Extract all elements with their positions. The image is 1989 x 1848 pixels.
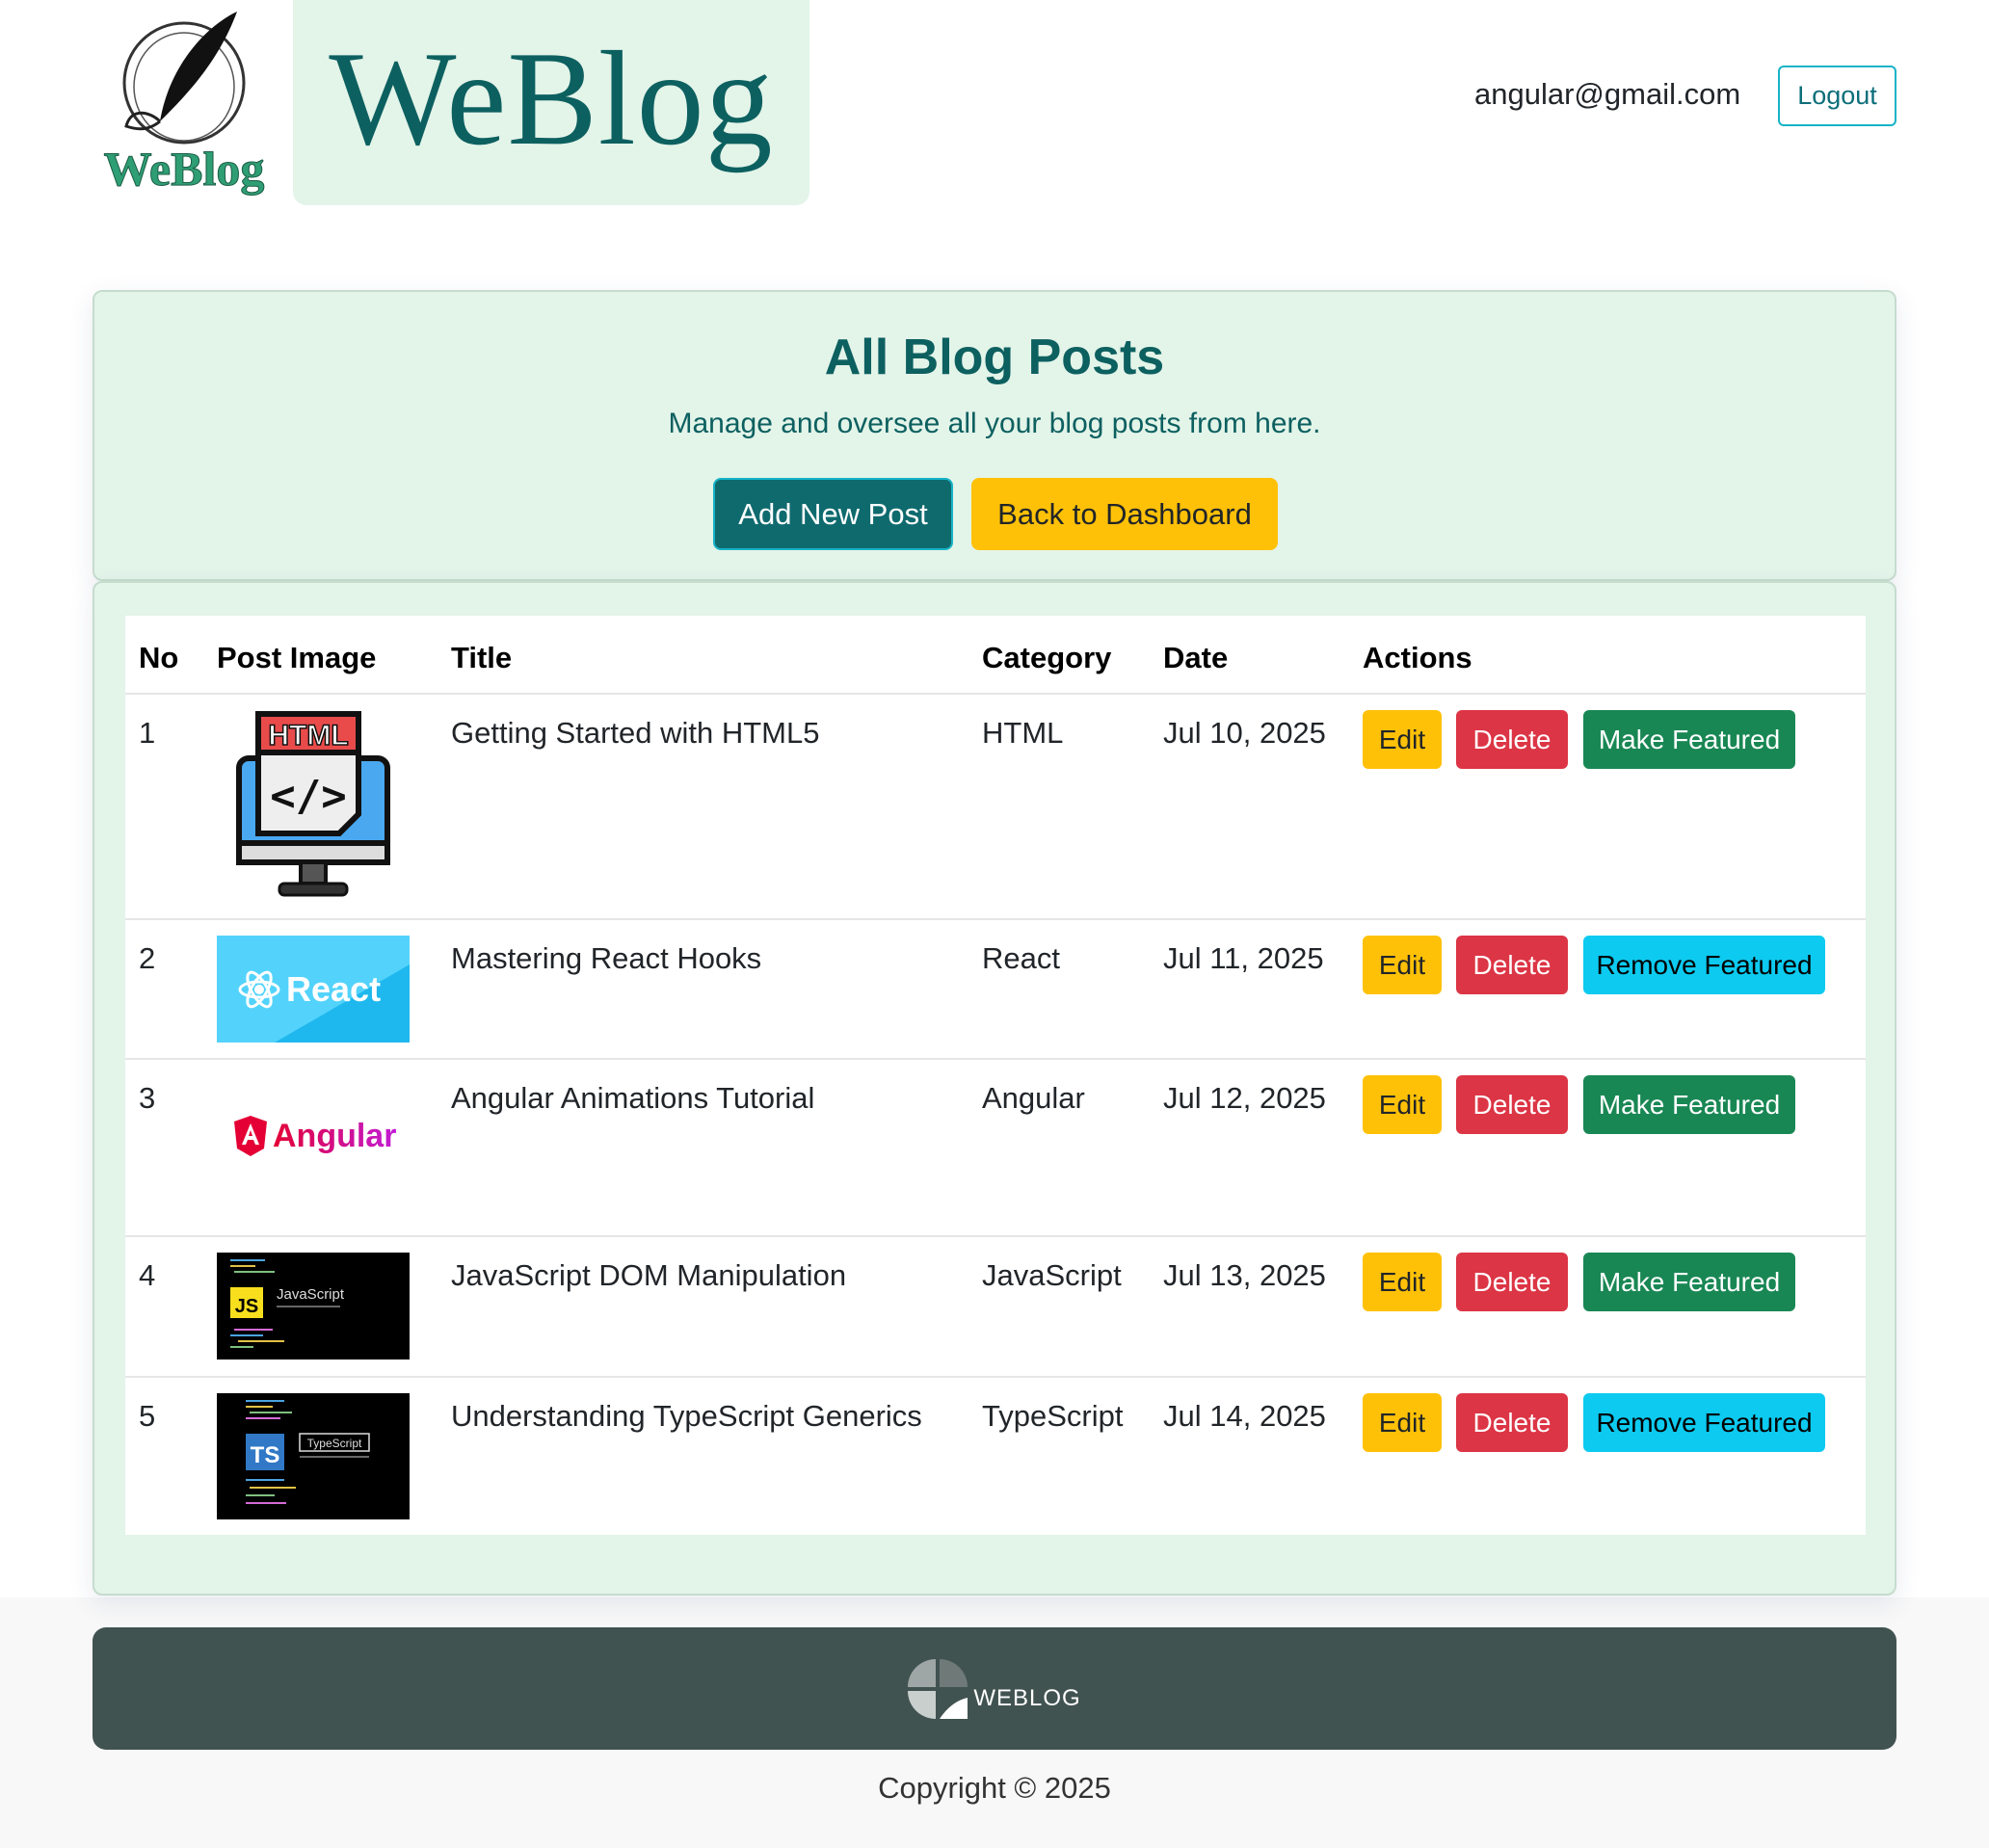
table-row: 5 TS TypeScript Understanding TypeScript… (125, 1376, 1866, 1535)
user-email: angular@gmail.com (1474, 77, 1741, 111)
column-header-category: Category (982, 641, 1112, 674)
brand-banner[interactable]: WeBlog (293, 0, 809, 205)
post-category: JavaScript (982, 1258, 1122, 1292)
logout-button[interactable]: Logout (1778, 66, 1896, 126)
html-icon: HTML </> (231, 710, 395, 903)
delete-button[interactable]: Delete (1456, 1393, 1568, 1452)
make-featured-button[interactable]: Make Featured (1583, 1253, 1795, 1311)
delete-button[interactable]: Delete (1456, 1253, 1568, 1311)
make-featured-button[interactable]: Make Featured (1583, 1075, 1795, 1134)
post-date: Jul 12, 2025 (1163, 1081, 1326, 1115)
column-header-actions: Actions (1363, 641, 1472, 674)
back-to-dashboard-button[interactable]: Back to Dashboard (971, 478, 1278, 550)
row-number: 2 (139, 941, 156, 975)
post-category: TypeScript (982, 1399, 1124, 1433)
table-row: 2 React Mastering React Hooks React Jul … (125, 918, 1866, 1058)
row-number: 4 (139, 1258, 156, 1292)
delete-button[interactable]: Delete (1456, 1075, 1568, 1134)
make-featured-button[interactable]: Make Featured (1583, 710, 1795, 769)
table-row: 1 HTML </> Getting Started with HTML5 HT… (125, 693, 1866, 918)
remove-featured-button[interactable]: Remove Featured (1583, 1393, 1825, 1452)
add-new-post-button[interactable]: Add New Post (713, 478, 953, 550)
weblog-logo[interactable]: WeBlog (93, 6, 276, 197)
angular-logo: Angular (217, 1108, 410, 1166)
post-title: Angular Animations Tutorial (451, 1081, 815, 1115)
html-label: HTML (268, 720, 348, 752)
react-logo: React (217, 936, 410, 1043)
post-date: Jul 11, 2025 (1163, 941, 1324, 975)
row-number: 1 (139, 716, 156, 750)
logo-text: WeBlog (104, 142, 265, 196)
angular-label: Angular (273, 1118, 396, 1154)
typescript-banner: TS TypeScript (217, 1393, 410, 1519)
column-header-date: Date (1163, 641, 1229, 674)
post-category: Angular (982, 1081, 1085, 1115)
brand-title: WeBlog (329, 23, 774, 173)
table-row: 4 JS JavaScript JavaScript DOM Manipulat… (125, 1235, 1866, 1376)
js-badge: JS (235, 1296, 258, 1317)
post-date: Jul 10, 2025 (1163, 716, 1326, 750)
table-row: 3 Angular Angular Animations Tutorial An… (125, 1058, 1866, 1235)
edit-button[interactable]: Edit (1363, 710, 1442, 769)
ts-name: TypeScript (307, 1437, 362, 1450)
post-date: Jul 13, 2025 (1163, 1258, 1326, 1292)
hero-panel: All Blog Posts Manage and oversee all yo… (93, 290, 1896, 581)
post-title: Mastering React Hooks (451, 941, 762, 975)
post-title: Understanding TypeScript Generics (451, 1399, 922, 1433)
delete-button[interactable]: Delete (1456, 710, 1568, 769)
edit-button[interactable]: Edit (1363, 1253, 1442, 1311)
ts-badge: TS (251, 1442, 280, 1468)
post-category: HTML (982, 716, 1064, 750)
post-title: Getting Started with HTML5 (451, 716, 820, 750)
page-subtitle: Manage and oversee all your blog posts f… (668, 408, 1321, 439)
footer-brand: WEBLOG (973, 1684, 1081, 1711)
posts-table-panel: No Post Image Title Category Date Action… (93, 581, 1896, 1596)
edit-button[interactable]: Edit (1363, 1075, 1442, 1134)
react-label: React (286, 969, 381, 1009)
row-number: 5 (139, 1399, 156, 1433)
footer: WEBLOG (93, 1627, 1896, 1750)
row-number: 3 (139, 1081, 156, 1115)
footer-logo-icon (908, 1658, 968, 1719)
delete-button[interactable]: Delete (1456, 936, 1568, 994)
page-title: All Blog Posts (824, 330, 1165, 385)
column-header-image: Post Image (217, 641, 377, 674)
post-category: React (982, 941, 1060, 975)
post-date: Jul 14, 2025 (1163, 1399, 1326, 1433)
column-header-no: No (139, 641, 179, 674)
edit-button[interactable]: Edit (1363, 936, 1442, 994)
edit-button[interactable]: Edit (1363, 1393, 1442, 1452)
js-name: JavaScript (277, 1286, 345, 1303)
javascript-banner: JS JavaScript (217, 1253, 410, 1360)
posts-table: No Post Image Title Category Date Action… (125, 616, 1866, 1535)
remove-featured-button[interactable]: Remove Featured (1583, 936, 1825, 994)
column-header-title: Title (451, 641, 513, 674)
svg-text:</>: </> (270, 772, 346, 821)
post-title: JavaScript DOM Manipulation (451, 1258, 847, 1292)
copyright: Copyright © 2025 (878, 1771, 1111, 1805)
